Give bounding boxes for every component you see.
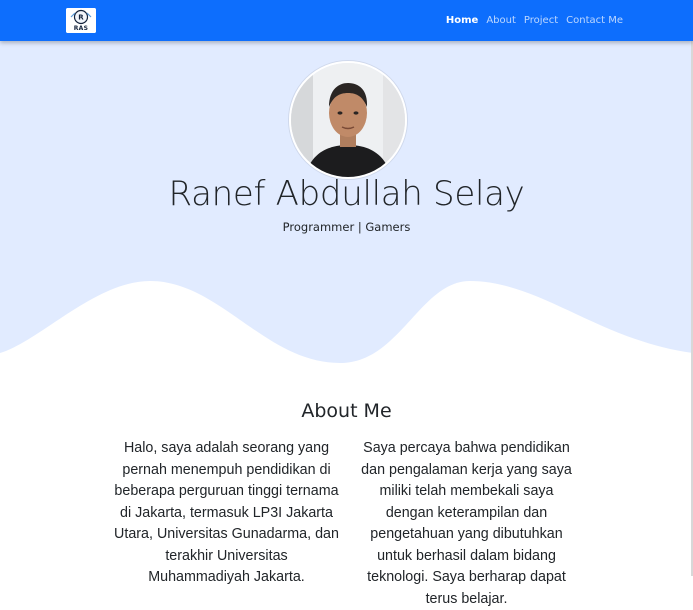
profile-photo bbox=[291, 63, 405, 177]
nav-project-link[interactable]: Project bbox=[524, 15, 558, 26]
logo-text: RAS bbox=[73, 25, 89, 32]
profile-avatar bbox=[289, 61, 407, 179]
about-title: About Me bbox=[301, 400, 392, 422]
hero-name: Ranef Abdullah Selay bbox=[168, 174, 525, 214]
hero-wave-divider bbox=[0, 281, 693, 411]
nav-menu: Home About Project Contact Me bbox=[446, 0, 623, 41]
nav-about-link[interactable]: About bbox=[486, 15, 516, 26]
nav-contact-link[interactable]: Contact Me bbox=[566, 15, 623, 26]
brand-logo[interactable]: R RAS bbox=[66, 8, 96, 33]
nav-home-link[interactable]: Home bbox=[446, 15, 478, 26]
navbar: R RAS Home About Project Contact Me bbox=[0, 0, 693, 41]
svg-text:R: R bbox=[78, 14, 84, 22]
about-text-left: Halo, saya adalah seorang yang pernah me… bbox=[114, 440, 339, 585]
about-text-right: Saya percaya bahwa pendidikan dan pengal… bbox=[361, 440, 572, 607]
hero-role: Programmer | Gamers bbox=[282, 220, 411, 234]
